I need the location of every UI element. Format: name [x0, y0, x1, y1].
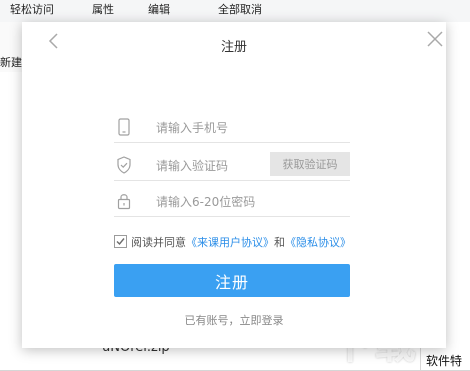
- phone-icon: [116, 118, 132, 136]
- get-code-button[interactable]: 获取验证码: [270, 152, 350, 176]
- dialog-title: 注册: [220, 40, 247, 55]
- lock-icon: [116, 192, 132, 210]
- agree-and: 和: [274, 236, 285, 249]
- attributes-label[interactable]: 属性: [92, 1, 114, 17]
- agree-prefix: 阅读并同意: [131, 236, 186, 249]
- phone-input[interactable]: [156, 118, 306, 138]
- features-text: 软件特: [426, 354, 463, 368]
- edit-label[interactable]: 编辑: [148, 1, 170, 17]
- select-none-label[interactable]: 全部取消: [218, 1, 262, 17]
- code-field: 获取验证码: [114, 152, 350, 181]
- password-input[interactable]: [156, 192, 306, 212]
- user-agreement-link[interactable]: 《来课用户协议》: [186, 236, 274, 249]
- new-label[interactable]: 新建: [0, 54, 22, 70]
- login-link[interactable]: 已有账号，立即登录: [22, 312, 446, 328]
- code-input[interactable]: [156, 156, 261, 176]
- register-button[interactable]: 注册: [114, 264, 350, 297]
- phone-field: [114, 114, 350, 143]
- ribbon: 轻松访问 属性 编辑 全部取消: [0, 0, 470, 23]
- shield-icon: [116, 156, 132, 174]
- quick-access-label[interactable]: 轻松访问: [10, 1, 54, 17]
- register-dialog: 注册 获取验证码 阅读并同意《来课用户协议》和《隐私协议》 注册 已有账号，立即…: [22, 22, 446, 348]
- close-icon[interactable]: [424, 28, 446, 50]
- agree-checkbox[interactable]: [114, 235, 127, 248]
- checkmark-icon: [116, 238, 125, 246]
- agreement-row: 阅读并同意《来课用户协议》和《隐私协议》: [114, 234, 351, 250]
- password-field: [114, 188, 350, 217]
- privacy-agreement-link[interactable]: 《隐私协议》: [285, 236, 351, 249]
